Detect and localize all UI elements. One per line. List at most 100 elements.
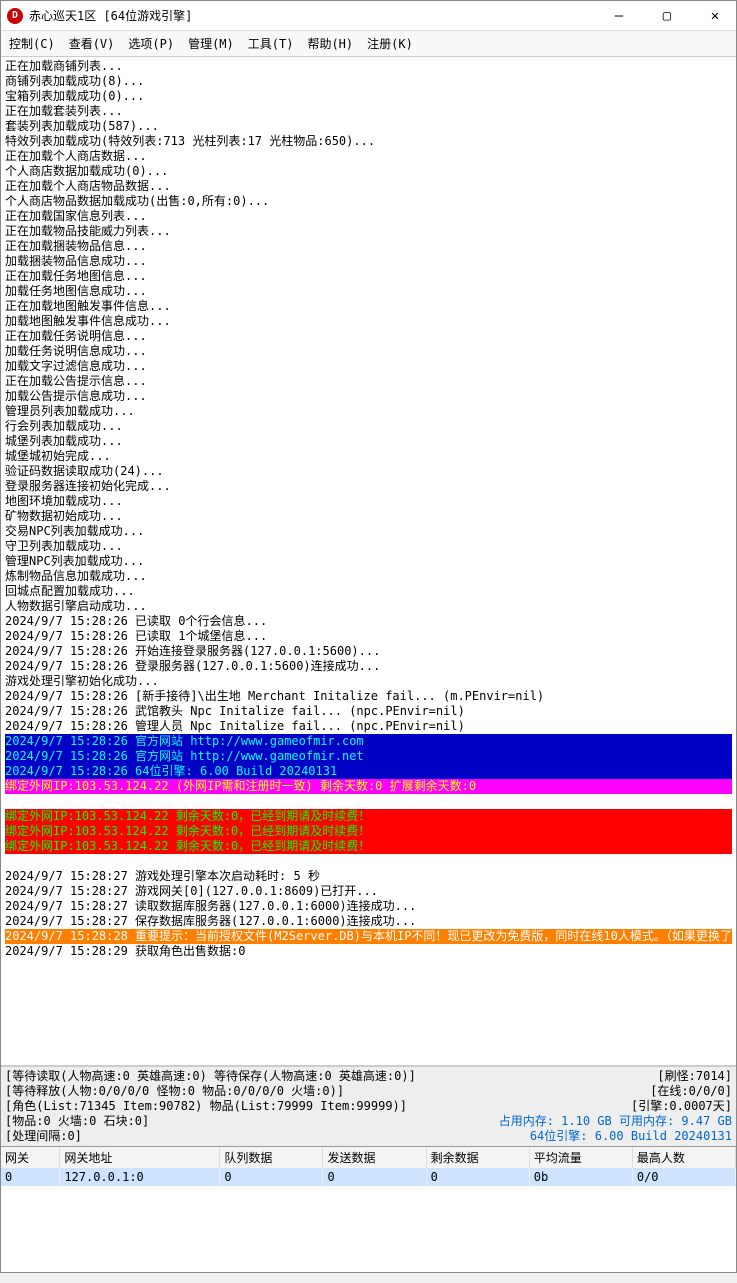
log-line: 2024/9/7 15:28:28 重要提示：当前授权文件(M2Server.D… bbox=[5, 929, 732, 944]
status-l2-right: [在线:0/0/0] bbox=[650, 1084, 732, 1099]
table-header-cell[interactable]: 平均流量 bbox=[529, 1147, 632, 1168]
menu-manage[interactable]: 管理(M) bbox=[188, 35, 234, 52]
table-header-cell[interactable]: 最高人数 bbox=[632, 1147, 735, 1168]
app-icon: D bbox=[7, 8, 23, 24]
status-l3-right: [引擎:0.0007天] bbox=[631, 1099, 732, 1114]
log-line: 2024/9/7 15:28:26 已读取 1个城堡信息... bbox=[5, 629, 732, 644]
log-line: 正在加载公告提示信息... bbox=[5, 374, 732, 389]
log-line: 正在加载个人商店物品数据... bbox=[5, 179, 732, 194]
table-header-row[interactable]: 网关网关地址队列数据发送数据剩余数据平均流量最高人数 bbox=[1, 1147, 736, 1168]
table-cell[interactable]: 0b bbox=[529, 1168, 632, 1186]
log-line: 加载地图触发事件信息成功... bbox=[5, 314, 732, 329]
log-line: 加载公告提示信息成功... bbox=[5, 389, 732, 404]
log-line: 正在加载商铺列表... bbox=[5, 59, 732, 74]
log-line: 2024/9/7 15:28:29 获取角色出售数据:0 bbox=[5, 944, 732, 959]
menu-help[interactable]: 帮助(H) bbox=[307, 35, 353, 52]
close-button[interactable]: ✕ bbox=[700, 8, 730, 24]
menu-tools[interactable]: 工具(T) bbox=[248, 35, 294, 52]
status-l5-left: [处理间隔:0] bbox=[5, 1129, 82, 1144]
log-line: 2024/9/7 15:28:27 读取数据库服务器(127.0.0.1:600… bbox=[5, 899, 732, 914]
status-l3-left: [角色(List:71345 Item:90782) 物品(List:79999… bbox=[5, 1099, 407, 1114]
log-line: 游戏处理引擎初始化成功... bbox=[5, 674, 732, 689]
status-bar: [等待读取(人物高速:0 英雄高速:0) 等待保存(人物高速:0 英雄高速:0)… bbox=[1, 1065, 736, 1146]
log-line: 2024/9/7 15:28:26 [新手接待]\出生地 Merchant In… bbox=[5, 689, 732, 704]
menu-control[interactable]: 控制(C) bbox=[9, 35, 55, 52]
titlebar-left: D 赤心巡天1区 [64位游戏引擎] bbox=[7, 7, 192, 24]
table-row[interactable]: 0127.0.0.1:00000b0/0 bbox=[1, 1168, 736, 1186]
log-line: 加载文字过滤信息成功... bbox=[5, 359, 732, 374]
log-line: 2024/9/7 15:28:26 官方网站 http://www.gameof… bbox=[5, 734, 732, 749]
log-line: 回城点配置加载成功... bbox=[5, 584, 732, 599]
log-line: 炼制物品信息加载成功... bbox=[5, 569, 732, 584]
menu-register[interactable]: 注册(K) bbox=[367, 35, 413, 52]
app-window: D 赤心巡天1区 [64位游戏引擎] — ▢ ✕ 控制(C) 查看(V) 选项(… bbox=[0, 0, 737, 1273]
status-l2-left: [等待释放(人物:0/0/0/0 怪物:0 物品:0/0/0/0 火墙:0)] bbox=[5, 1084, 344, 1099]
log-line: 城堡城初始完成... bbox=[5, 449, 732, 464]
log-line: 管理员列表加载成功... bbox=[5, 404, 732, 419]
log-line: 矿物数据初始成功... bbox=[5, 509, 732, 524]
log-line: 正在加载个人商店数据... bbox=[5, 149, 732, 164]
log-line: 2024/9/7 15:28:27 游戏网关[0](127.0.0.1:8609… bbox=[5, 884, 732, 899]
log-line: 绑定外网IP:103.53.124.22 剩余天数:0，已经到期请及时续费！ bbox=[5, 809, 732, 824]
table-empty-area bbox=[1, 1186, 736, 1272]
log-line: 宝箱列表加载成功(0)... bbox=[5, 89, 732, 104]
log-line: 城堡列表加载成功... bbox=[5, 434, 732, 449]
log-line: 2024/9/7 15:28:26 管理人员 Npc Initalize fai… bbox=[5, 719, 732, 734]
log-line: 绑定外网IP:103.53.124.22 剩余天数:0，已经到期请及时续费！ bbox=[5, 839, 732, 854]
log-line: 验证码数据读取成功(24)... bbox=[5, 464, 732, 479]
status-l4-right: 占用内存: 1.10 GB 可用内存: 9.47 GB bbox=[499, 1114, 732, 1129]
log-line: 人物数据引擎启动成功... bbox=[5, 599, 732, 614]
table-cell[interactable]: 127.0.0.1:0 bbox=[60, 1168, 220, 1186]
log-line: 2024/9/7 15:28:26 武馆教头 Npc Initalize fai… bbox=[5, 704, 732, 719]
table-header-cell[interactable]: 发送数据 bbox=[323, 1147, 426, 1168]
table-cell[interactable]: 0 bbox=[1, 1168, 60, 1186]
log-line: 正在加载国家信息列表... bbox=[5, 209, 732, 224]
log-line: 个人商店物品数据加载成功(出售:0,所有:0)... bbox=[5, 194, 732, 209]
titlebar[interactable]: D 赤心巡天1区 [64位游戏引擎] — ▢ ✕ bbox=[1, 1, 736, 31]
menubar: 控制(C) 查看(V) 选项(P) 管理(M) 工具(T) 帮助(H) 注册(K… bbox=[1, 31, 736, 57]
log-output[interactable]: 正在加载商铺列表...商铺列表加载成功(8)...宝箱列表加载成功(0)...正… bbox=[1, 57, 736, 1065]
log-line: 绑定外网IP:103.53.124.22 剩余天数:0，已经到期请及时续费！ bbox=[5, 824, 732, 839]
log-line: 2024/9/7 15:28:26 登录服务器(127.0.0.1:5600)连… bbox=[5, 659, 732, 674]
log-line: 特效列表加载成功(特效列表:713 光柱列表:17 光柱物品:650)... bbox=[5, 134, 732, 149]
log-line: 地图环境加载成功... bbox=[5, 494, 732, 509]
log-line: 守卫列表加载成功... bbox=[5, 539, 732, 554]
table-header-cell[interactable]: 剩余数据 bbox=[426, 1147, 529, 1168]
menu-options[interactable]: 选项(P) bbox=[128, 35, 174, 52]
menu-view[interactable]: 查看(V) bbox=[69, 35, 115, 52]
maximize-button[interactable]: ▢ bbox=[652, 8, 682, 24]
log-line: 正在加载捆装物品信息... bbox=[5, 239, 732, 254]
log-line: 管理NPC列表加载成功... bbox=[5, 554, 732, 569]
status-l4-left: [物品:0 火墙:0 石块:0] bbox=[5, 1114, 149, 1129]
table-cell[interactable]: 0 bbox=[426, 1168, 529, 1186]
table-header-cell[interactable]: 网关 bbox=[1, 1147, 60, 1168]
log-line: 加载捆装物品信息成功... bbox=[5, 254, 732, 269]
log-line: 套装列表加载成功(587)... bbox=[5, 119, 732, 134]
window-title: 赤心巡天1区 [64位游戏引擎] bbox=[29, 7, 192, 24]
log-line: 正在加载物品技能威力列表... bbox=[5, 224, 732, 239]
log-line: 个人商店数据加载成功(0)... bbox=[5, 164, 732, 179]
table-cell[interactable]: 0/0 bbox=[632, 1168, 735, 1186]
log-line: 2024/9/7 15:28:26 已读取 0个行会信息... bbox=[5, 614, 732, 629]
table-cell[interactable]: 0 bbox=[323, 1168, 426, 1186]
log-line: 2024/9/7 15:28:26 64位引擎: 6.00 Build 2024… bbox=[5, 764, 732, 779]
table-header-cell[interactable]: 网关地址 bbox=[60, 1147, 220, 1168]
log-line: 登录服务器连接初始化完成... bbox=[5, 479, 732, 494]
minimize-button[interactable]: — bbox=[604, 8, 634, 24]
status-l5-right: 64位引擎: 6.00 Build 20240131 bbox=[530, 1129, 732, 1144]
log-line: 行会列表加载成功... bbox=[5, 419, 732, 434]
table-header-cell[interactable]: 队列数据 bbox=[220, 1147, 323, 1168]
status-l1-left: [等待读取(人物高速:0 英雄高速:0) 等待保存(人物高速:0 英雄高速:0)… bbox=[5, 1069, 416, 1084]
log-line: 商铺列表加载成功(8)... bbox=[5, 74, 732, 89]
log-line: 绑定外网IP:103.53.124.22 (外网IP需和注册时一致) 剩余天数:… bbox=[5, 779, 732, 794]
status-l1-right: [刷怪:7014] bbox=[657, 1069, 732, 1084]
log-line: 2024/9/7 15:28:27 保存数据库服务器(127.0.0.1:600… bbox=[5, 914, 732, 929]
log-line: 2024/9/7 15:28:26 开始连接登录服务器(127.0.0.1:56… bbox=[5, 644, 732, 659]
log-line: 正在加载地图触发事件信息... bbox=[5, 299, 732, 314]
log-line: 2024/9/7 15:28:26 官方网站 http://www.gameof… bbox=[5, 749, 732, 764]
log-line: 正在加载套装列表... bbox=[5, 104, 732, 119]
log-line bbox=[5, 794, 732, 809]
table-cell[interactable]: 0 bbox=[220, 1168, 323, 1186]
log-line: 交易NPC列表加载成功... bbox=[5, 524, 732, 539]
gateway-table: 网关网关地址队列数据发送数据剩余数据平均流量最高人数 0127.0.0.1:00… bbox=[1, 1146, 736, 1272]
